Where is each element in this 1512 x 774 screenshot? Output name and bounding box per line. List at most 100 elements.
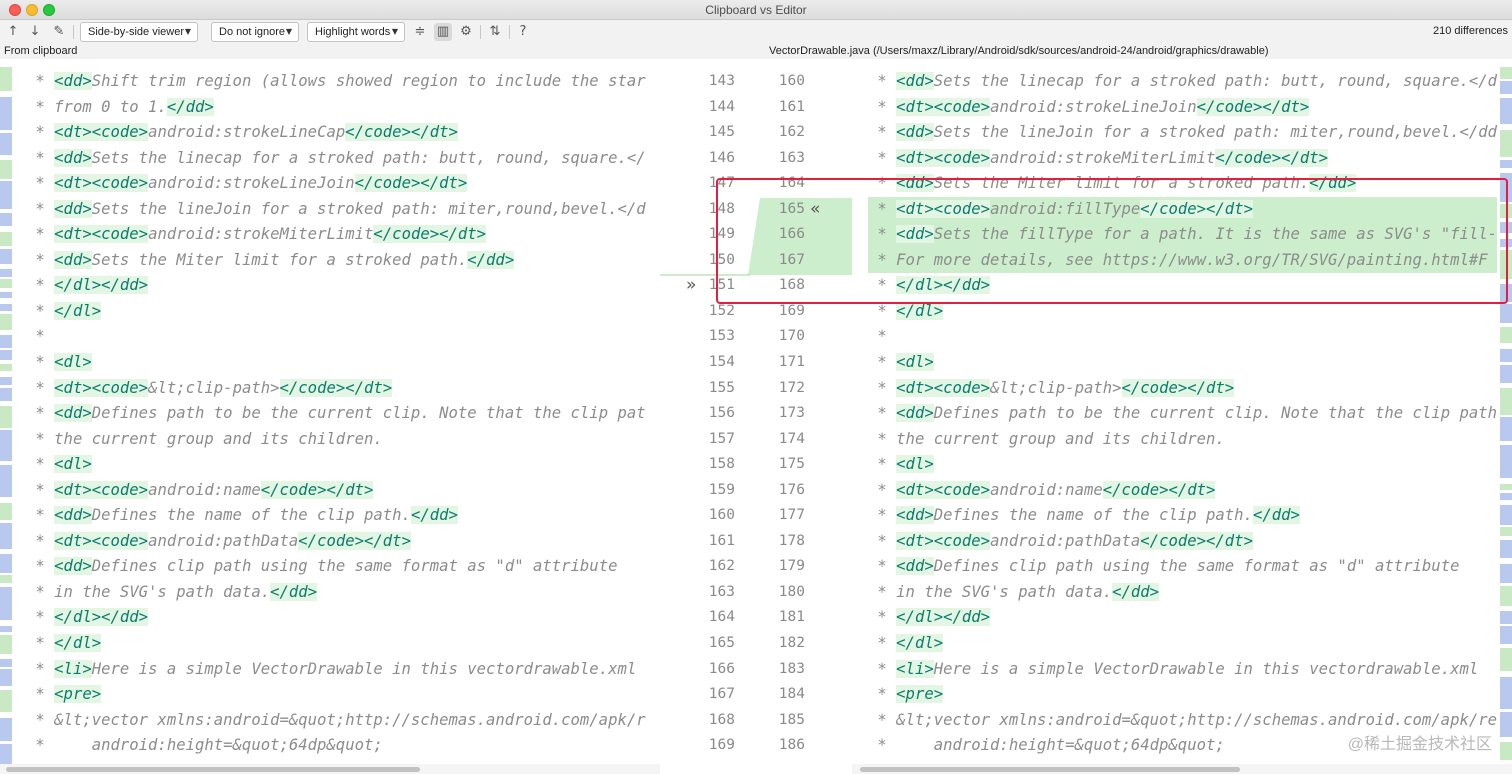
- right-code-line[interactable]: * <dl>: [868, 350, 1497, 376]
- right-code-line[interactable]: * <dd>Sets the linecap for a stroked pat…: [868, 69, 1497, 95]
- change-marker[interactable]: [0, 669, 12, 686]
- change-marker[interactable]: [0, 388, 12, 401]
- arrow-up-icon[interactable]: ↑: [4, 23, 22, 41]
- change-marker[interactable]: [0, 292, 12, 298]
- right-code-line[interactable]: * <dt><code>android:strokeLineJoin</code…: [868, 95, 1497, 121]
- change-marker[interactable]: [0, 279, 12, 288]
- left-code-line[interactable]: * <dd>Sets the linecap for a stroked pat…: [26, 146, 646, 172]
- change-marker[interactable]: [1500, 626, 1512, 644]
- change-marker[interactable]: [1500, 540, 1512, 558]
- right-code-line[interactable]: * <dl>: [868, 452, 1497, 478]
- change-marker[interactable]: [0, 269, 12, 277]
- change-marker[interactable]: [1500, 417, 1512, 441]
- change-marker[interactable]: [1500, 484, 1512, 490]
- left-code-line[interactable]: * <dd>Shift trim region (allows showed r…: [26, 69, 646, 95]
- right-code-line[interactable]: * </dl></dd>: [868, 605, 1497, 631]
- change-marker[interactable]: [0, 503, 12, 520]
- change-marker[interactable]: [0, 133, 12, 155]
- edit-pencil-icon[interactable]: ✎: [50, 23, 68, 41]
- left-code-line[interactable]: * <dt><code>android:name</code></dt>: [26, 478, 646, 504]
- change-marker[interactable]: [1500, 98, 1512, 124]
- change-marker[interactable]: [1500, 327, 1512, 343]
- change-marker[interactable]: [0, 430, 12, 461]
- right-editor[interactable]: * <dd>Sets the linecap for a stroked pat…: [852, 59, 1512, 764]
- left-code-line[interactable]: * <dd>Sets the Miter limit for a stroked…: [26, 248, 646, 274]
- collapse-unchanged-icon[interactable]: ≑: [411, 23, 429, 41]
- left-code-line[interactable]: * </dl>: [26, 299, 646, 325]
- highlight-mode-select[interactable]: Highlight words ▼: [307, 22, 405, 42]
- change-marker[interactable]: [0, 364, 12, 371]
- left-code-line[interactable]: * <pre>: [26, 682, 646, 708]
- change-marker[interactable]: [0, 744, 12, 764]
- left-code-line[interactable]: * <dd>Defines the name of the clip path.…: [26, 503, 646, 529]
- change-marker[interactable]: [1500, 586, 1512, 606]
- change-marker[interactable]: [0, 160, 12, 179]
- change-marker[interactable]: [1500, 493, 1512, 500]
- change-marker[interactable]: [0, 690, 12, 712]
- right-code-line[interactable]: * in the SVG's path data.</dd>: [868, 580, 1497, 606]
- change-marker[interactable]: [0, 249, 12, 264]
- right-code-line[interactable]: * <dd>Defines clip path using the same f…: [868, 554, 1497, 580]
- right-code-line[interactable]: * <dd>Defines path to be the current cli…: [868, 401, 1497, 427]
- left-code-line[interactable]: * </dl></dd>: [26, 273, 646, 299]
- change-marker[interactable]: [0, 465, 12, 497]
- change-marker[interactable]: [0, 635, 12, 654]
- change-marker[interactable]: [0, 554, 12, 573]
- change-marker[interactable]: [1500, 81, 1512, 94]
- change-marker[interactable]: [1500, 349, 1512, 362]
- change-marker[interactable]: [1500, 67, 1512, 79]
- left-code-lines[interactable]: * <dd>Shift trim region (allows showed r…: [26, 69, 646, 759]
- change-marker[interactable]: [0, 523, 12, 549]
- change-marker[interactable]: [0, 67, 12, 91]
- change-marker[interactable]: [1500, 677, 1512, 709]
- left-code-line[interactable]: * <dl>: [26, 350, 646, 376]
- change-marker[interactable]: [0, 350, 12, 360]
- left-code-line[interactable]: * <li>Here is a simple VectorDrawable in…: [26, 657, 646, 683]
- change-marker[interactable]: [1500, 445, 1512, 478]
- change-marker[interactable]: [1500, 712, 1512, 737]
- right-code-line[interactable]: * <dt><code>&lt;clip-path></code></dt>: [868, 376, 1497, 402]
- right-scroll-thumb[interactable]: [860, 767, 1240, 772]
- apply-right-chevron-icon[interactable]: »: [686, 275, 696, 295]
- left-code-line[interactable]: * the current group and its children.: [26, 427, 646, 453]
- right-code-line[interactable]: * <dt><code>android:pathData</code></dt>: [868, 529, 1497, 555]
- left-code-line[interactable]: * <dt><code>&lt;clip-path></code></dt>: [26, 376, 646, 402]
- right-code-line[interactable]: * <dd>Defines the name of the clip path.…: [868, 503, 1497, 529]
- arrow-down-icon[interactable]: ↓: [26, 23, 44, 41]
- change-marker[interactable]: [0, 213, 12, 226]
- change-marker[interactable]: [1500, 160, 1512, 168]
- right-code-lines[interactable]: * <dd>Sets the linecap for a stroked pat…: [868, 69, 1498, 759]
- left-code-line[interactable]: * </dl>: [26, 631, 646, 657]
- swap-sides-icon[interactable]: ⇅: [486, 23, 504, 41]
- left-code-line[interactable]: *: [26, 324, 646, 350]
- change-marker[interactable]: [1500, 742, 1512, 760]
- left-code-line[interactable]: * <dd>Defines clip path using the same f…: [26, 554, 646, 580]
- change-marker[interactable]: [0, 335, 12, 348]
- change-marker[interactable]: [0, 232, 12, 246]
- change-marker[interactable]: [0, 575, 12, 583]
- right-horizontal-scrollbar[interactable]: [852, 764, 1512, 774]
- change-marker[interactable]: [0, 406, 12, 428]
- change-marker[interactable]: [0, 659, 12, 667]
- change-marker[interactable]: [0, 377, 12, 385]
- right-code-line[interactable]: * the current group and its children.: [868, 427, 1497, 453]
- left-code-line[interactable]: * <dt><code>android:strokeLineJoin</code…: [26, 171, 646, 197]
- left-horizontal-scrollbar[interactable]: [0, 764, 660, 774]
- change-marker[interactable]: [0, 97, 12, 130]
- left-code-line[interactable]: * <dl>: [26, 452, 646, 478]
- left-code-line[interactable]: * <dd>Sets the lineJoin for a stroked pa…: [26, 197, 646, 223]
- left-scroll-thumb[interactable]: [6, 767, 420, 772]
- change-marker[interactable]: [0, 314, 12, 330]
- change-marker[interactable]: [0, 181, 12, 209]
- left-code-line[interactable]: * &lt;vector xmlns:android=&quot;http://…: [26, 708, 646, 734]
- help-button[interactable]: ?: [514, 23, 532, 41]
- change-marker[interactable]: [1500, 527, 1512, 536]
- right-code-line[interactable]: * <dd>Sets the lineJoin for a stroked pa…: [868, 120, 1497, 146]
- left-code-line[interactable]: * <dt><code>android:strokeLineCap</code>…: [26, 120, 646, 146]
- right-change-markers[interactable]: [1500, 59, 1512, 764]
- change-marker[interactable]: [0, 626, 12, 632]
- settings-gear-icon[interactable]: ⚙: [457, 23, 475, 41]
- change-marker[interactable]: [1500, 130, 1512, 157]
- left-code-line[interactable]: * from 0 to 1.</dd>: [26, 95, 646, 121]
- left-code-line[interactable]: * <dt><code>android:strokeMiterLimit</co…: [26, 222, 646, 248]
